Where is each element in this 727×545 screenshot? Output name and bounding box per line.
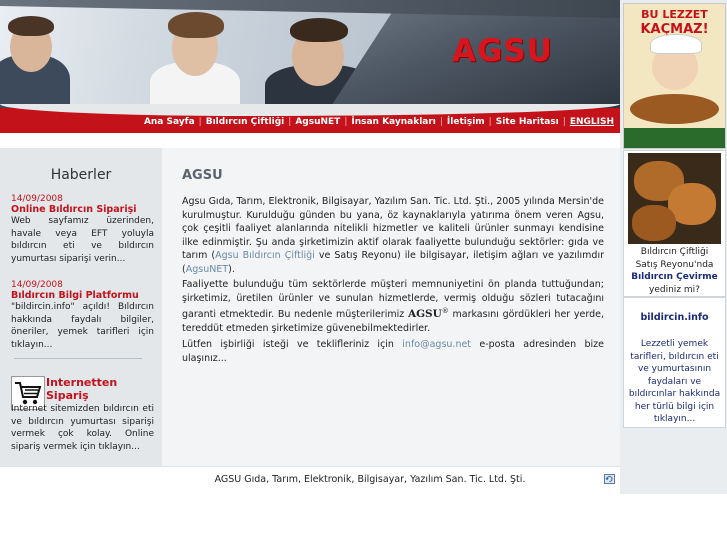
ad-line: Satış Reyonu'nda <box>635 259 714 270</box>
news-title[interactable]: Online Bıldırcın Siparişi <box>11 204 154 215</box>
nav-item-insan-kaynaklari[interactable]: İnsan Kaynakları <box>351 117 436 127</box>
news-divider <box>14 358 142 359</box>
nav-bar-curve <box>0 104 620 116</box>
quality-paragraph: Faaliyette bulunduğu tüm sektörlerde müş… <box>182 278 604 335</box>
person-hair <box>168 12 224 38</box>
news-date: 14/09/2008 <box>11 280 63 290</box>
email-link[interactable]: info@agsu.net <box>402 339 471 350</box>
nav-separator: | <box>562 117 566 127</box>
nav-separator: | <box>439 117 443 127</box>
person-hair <box>290 18 348 42</box>
news-body: Web sayfamız üzerinden, havale veya EFT … <box>11 216 154 264</box>
header-banner: AGSU Ana Sayfa | Bıldırcın Çiftliği | Ag… <box>0 0 620 133</box>
news-date: 14/09/2008 <box>11 194 63 204</box>
nav-separator: | <box>288 117 292 127</box>
news-heading: Haberler <box>50 167 112 183</box>
nav-item-ana-sayfa[interactable]: Ana Sayfa <box>144 117 195 127</box>
nav-separator: | <box>198 117 202 127</box>
ad-headline: BU LEZZET <box>641 8 708 21</box>
news-item[interactable]: 14/09/2008 Online Bıldırcın Siparişi Web… <box>11 194 154 265</box>
ad-line: Bıldırcın Çiftliği <box>640 247 709 257</box>
nav-item-bildircin-ciftligi[interactable]: Bıldırcın Çiftliği <box>206 117 285 127</box>
promo-title[interactable]: Internetten Sipariş <box>46 376 156 402</box>
nav-item-iletisim[interactable]: İletişim <box>447 117 485 127</box>
top-navigation: Ana Sayfa | Bıldırcın Çiftliği | AgsuNET… <box>144 117 614 127</box>
ad-text: Bıldırcın Çiftliği Satış Reyonu'nda Bıld… <box>624 246 725 296</box>
nav-item-agsunet[interactable]: AgsuNET <box>295 117 340 127</box>
page-title: AGSU <box>182 168 223 183</box>
link-agsunet[interactable]: AgsuNET <box>186 264 228 275</box>
agsu-brand-text: AGSU <box>407 308 442 321</box>
header-photo <box>0 0 400 115</box>
nav-separator: | <box>488 117 492 127</box>
main-content: AGSU Agsu Gıda, Tarım, Elektronik, Bilgi… <box>162 148 620 466</box>
agsu-logo[interactable]: AGSU <box>452 33 553 69</box>
food-plate <box>630 94 719 124</box>
ad-line-bold: Bıldırcın Çevirme <box>631 272 718 282</box>
right-ad-column: BU LEZZET KAÇMAZ! Bıldırcın Çiftliği Sat… <box>620 0 727 494</box>
news-item[interactable]: 14/09/2008 Bıldırcın Bilgi Platformu "bi… <box>11 280 154 351</box>
nav-separator: | <box>344 117 348 127</box>
promo-body: Internet sitemizden bıldırcın eti ve bıl… <box>11 404 154 452</box>
quail-piece <box>632 205 676 241</box>
ad-footer-band <box>624 128 725 148</box>
chef-hat <box>650 34 702 54</box>
news-body: "bildircin.info" açıldı! Bıldırcın hakkı… <box>11 302 154 350</box>
intro-text: ). <box>228 263 235 275</box>
refresh-icon[interactable] <box>604 474 615 484</box>
roasted-quail-image <box>628 153 721 244</box>
nav-item-site-haritasi[interactable]: Site Haritası <box>496 117 559 127</box>
person-hair <box>8 16 54 36</box>
news-title[interactable]: Bıldırcın Bilgi Platformu <box>11 290 154 301</box>
ad-banner-lezzet[interactable]: BU LEZZET KAÇMAZ! <box>623 3 726 149</box>
contact-paragraph: Lütfen işbirliği isteği ve teklifleriniz… <box>182 338 604 365</box>
ad-heading: bildircin.info <box>640 312 709 323</box>
intro-paragraph: Agsu Gıda, Tarım, Elektronik, Bilgisayar… <box>182 195 604 276</box>
contact-text: Lütfen işbirliği isteği ve teklifleriniz… <box>182 339 403 350</box>
registered-mark: ® <box>441 307 449 315</box>
ad-line: yediniz mi? <box>649 284 700 295</box>
footer-text: AGSU Gıda, Tarım, Elektronik, Bilgisayar… <box>214 474 526 485</box>
ad-bildircin-cevirme[interactable]: Bıldırcın Çiftliği Satış Reyonu'nda Bıld… <box>623 150 726 297</box>
nav-item-english[interactable]: ENGLISH <box>570 117 614 127</box>
ad-bildircin-info[interactable]: bildircin.info Lezzetli yemek tarifleri,… <box>623 297 726 428</box>
footer: AGSU Gıda, Tarım, Elektronik, Bilgisayar… <box>0 466 620 495</box>
ad-text: Lezzetli yemek tarifleri, bıldırcın eti … <box>628 339 721 424</box>
link-bildircin-ciftligi[interactable]: Agsu Bıldırcın Çiftliği <box>215 250 315 261</box>
